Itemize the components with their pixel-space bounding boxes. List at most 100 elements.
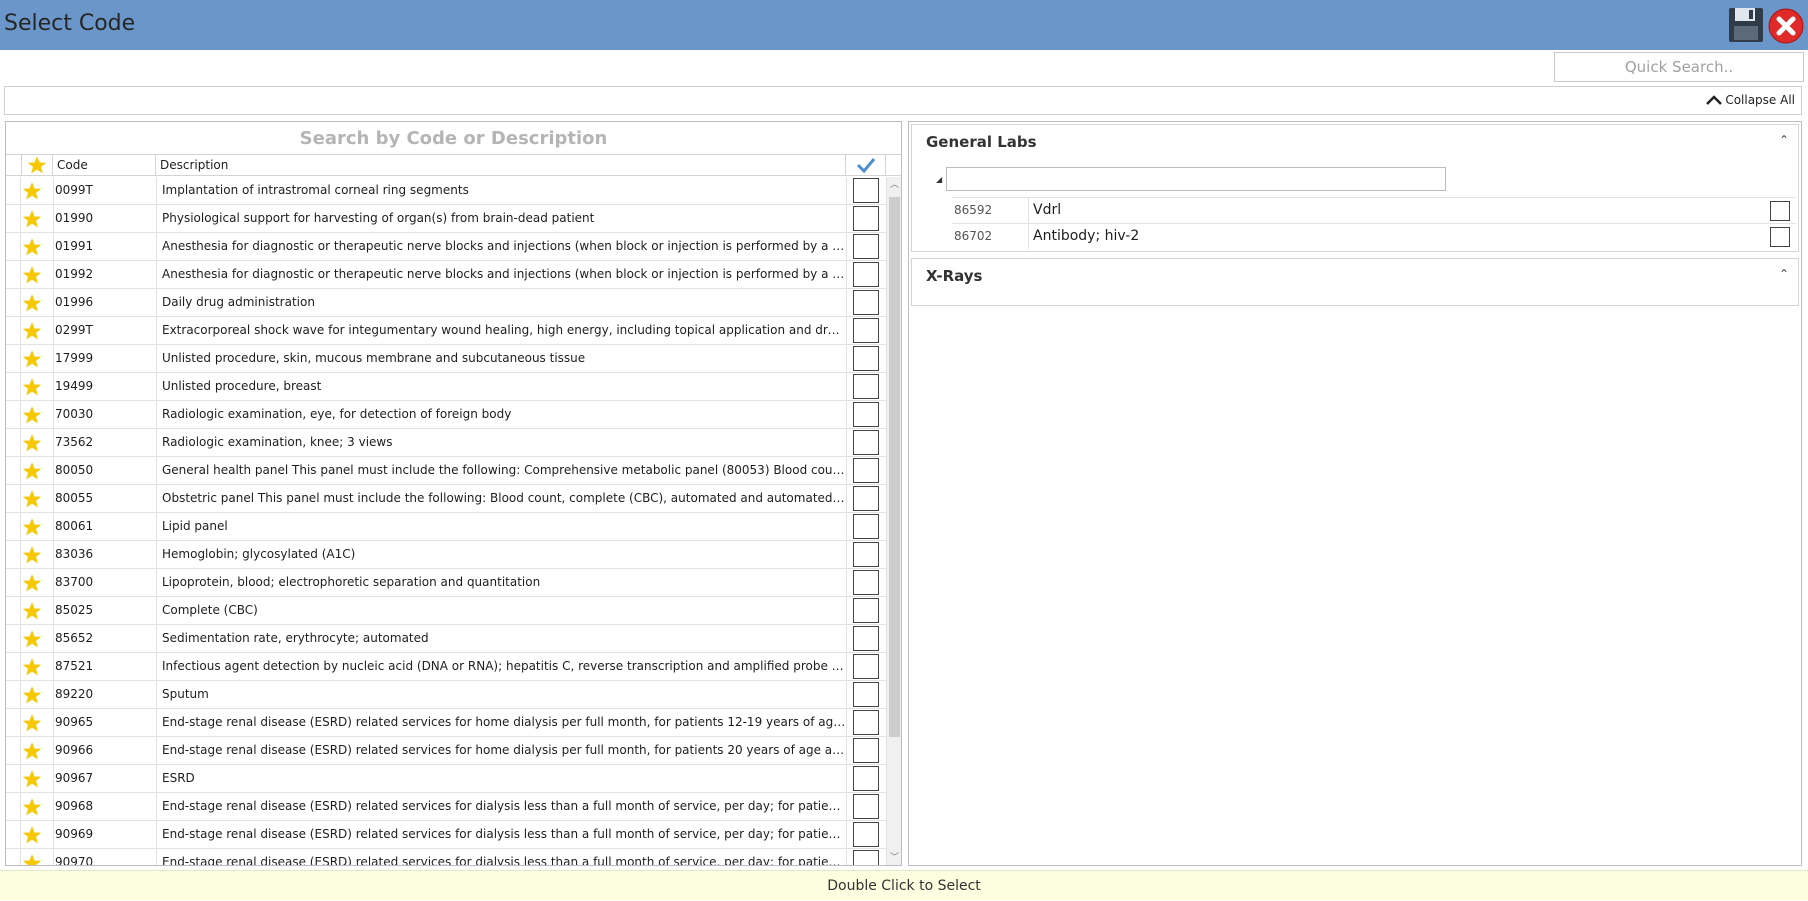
row-checkbox[interactable] [853,654,879,679]
star-icon[interactable] [22,293,42,313]
star-icon[interactable] [22,825,42,845]
expand-triangle-icon[interactable]: ◢ [936,175,942,184]
table-row[interactable]: 01996 Daily drug administration [6,289,886,317]
row-description: Unlisted procedure, skin, mucous membran… [156,345,846,372]
group-item[interactable]: 86592 Vdrl [952,197,1796,223]
collapse-all-button[interactable]: Collapse All [1705,93,1795,107]
table-row[interactable]: 80061 Lipid panel [6,513,886,541]
table-row[interactable]: 83700 Lipoprotein, blood; electrophoretic… [6,569,886,597]
row-checkbox[interactable] [853,514,879,539]
star-icon[interactable] [22,433,42,453]
table-row[interactable]: 0099T Implantation of intrastromal cornea… [6,177,886,205]
star-icon[interactable] [22,321,42,341]
row-checkbox[interactable] [853,234,879,259]
close-button[interactable] [1768,8,1804,44]
row-checkbox[interactable] [853,402,879,427]
row-checkbox[interactable] [853,206,879,231]
star-icon[interactable] [22,377,42,397]
table-row[interactable]: 73562 Radiologic examination, knee; 3 vie… [6,429,886,457]
row-checkbox[interactable] [853,626,879,651]
star-icon[interactable] [22,517,42,537]
table-row[interactable]: 90965 End-stage renal disease (ESRD) rela… [6,709,886,737]
row-checkbox[interactable] [853,738,879,763]
table-row[interactable]: 83036 Hemoglobin; glycosylated (A1C) [6,541,886,569]
row-checkbox[interactable] [853,318,879,343]
table-row[interactable]: 89220 Sputum [6,681,886,709]
row-checkbox[interactable] [853,486,879,511]
row-checkbox[interactable] [853,570,879,595]
table-row[interactable]: 90969 End-stage renal disease (ESRD) rela… [6,821,886,849]
chevron-up-icon[interactable]: ⌃ [1776,133,1792,149]
star-icon[interactable] [22,405,42,425]
table-row[interactable]: 01991 Anesthesia for diagnostic or therap… [6,233,886,261]
star-icon[interactable] [22,713,42,733]
table-row[interactable]: 90966 End-stage renal disease (ESRD) rela… [6,737,886,765]
item-checkbox[interactable] [1770,227,1790,247]
row-checkbox[interactable] [853,290,879,315]
star-icon[interactable] [22,769,42,789]
table-row[interactable]: 70030 Radiologic examination, eye, for de… [6,401,886,429]
row-checkbox[interactable] [853,822,879,847]
star-icon[interactable] [22,629,42,649]
star-icon[interactable] [22,657,42,677]
star-icon[interactable] [22,209,42,229]
star-icon[interactable] [22,461,42,481]
table-row[interactable]: 80055 Obstetric panel This panel must inc… [6,485,886,513]
row-checkbox[interactable] [853,458,879,483]
star-icon[interactable] [22,265,42,285]
star-icon[interactable] [22,853,42,866]
group-item[interactable]: 86702 Antibody; hiv-2 [952,223,1796,249]
row-checkbox[interactable] [853,682,879,707]
row-checkbox[interactable] [853,374,879,399]
table-row[interactable]: 0299T Extracorporeal shock wave for integ… [6,317,886,345]
row-checkbox[interactable] [853,794,879,819]
star-icon[interactable] [22,545,42,565]
star-icon[interactable] [22,573,42,593]
selected-codes-panel: General Labs ⌃ ◢ 86592 Vdrl 86702 Antibo… [908,121,1802,866]
chevron-up-icon[interactable]: ⌃ [1776,267,1792,283]
row-code: 80061 [53,513,153,540]
table-row[interactable]: 80050 General health panel This panel mus… [6,457,886,485]
group-filter-input[interactable] [946,167,1446,191]
grid-scrollbar[interactable]: ︿ ﹀ [886,177,901,865]
row-select-cell [846,429,886,456]
row-checkbox[interactable] [853,850,879,865]
header-code[interactable]: Code [53,155,156,175]
table-row[interactable]: 85652 Sedimentation rate, erythrocyte; au… [6,625,886,653]
scroll-up-icon[interactable]: ︿ [890,181,899,190]
star-icon[interactable] [22,685,42,705]
row-checkbox[interactable] [853,262,879,287]
scroll-down-icon[interactable]: ﹀ [890,854,899,863]
row-checkbox[interactable] [853,430,879,455]
header-favorite-column[interactable] [22,155,53,175]
star-icon[interactable] [22,181,42,201]
quick-search-input[interactable] [1554,52,1804,82]
row-checkbox[interactable] [853,598,879,623]
star-icon[interactable] [22,237,42,257]
row-checkbox[interactable] [853,178,879,203]
table-row[interactable]: 90967 ESRD [6,765,886,793]
row-checkbox[interactable] [853,766,879,791]
table-row[interactable]: 85025 Complete (CBC) [6,597,886,625]
table-row[interactable]: 90970 End-stage renal disease (ESRD) rela… [6,849,886,866]
header-select-all[interactable] [846,155,886,175]
row-checkbox[interactable] [853,346,879,371]
table-row[interactable]: 01990 Physiological support for harvestin… [6,205,886,233]
table-row[interactable]: 17999 Unlisted procedure, skin, mucous me… [6,345,886,373]
table-row[interactable]: 87521 Infectious agent detection by nucle… [6,653,886,681]
row-checkbox[interactable] [853,710,879,735]
star-icon[interactable] [22,741,42,761]
star-icon[interactable] [22,349,42,369]
scrollbar-thumb[interactable] [889,197,900,737]
table-row[interactable]: 01992 Anesthesia for diagnostic or therap… [6,261,886,289]
row-checkbox[interactable] [853,542,879,567]
save-button[interactable] [1728,6,1764,44]
table-row[interactable]: 19499 Unlisted procedure, breast [6,373,886,401]
star-icon[interactable] [22,797,42,817]
table-row[interactable]: 90968 End-stage renal disease (ESRD) rela… [6,793,886,821]
code-search-input[interactable] [6,122,901,154]
header-description[interactable]: Description [156,155,846,175]
item-checkbox[interactable] [1770,201,1790,221]
star-icon[interactable] [22,601,42,621]
star-icon[interactable] [22,489,42,509]
